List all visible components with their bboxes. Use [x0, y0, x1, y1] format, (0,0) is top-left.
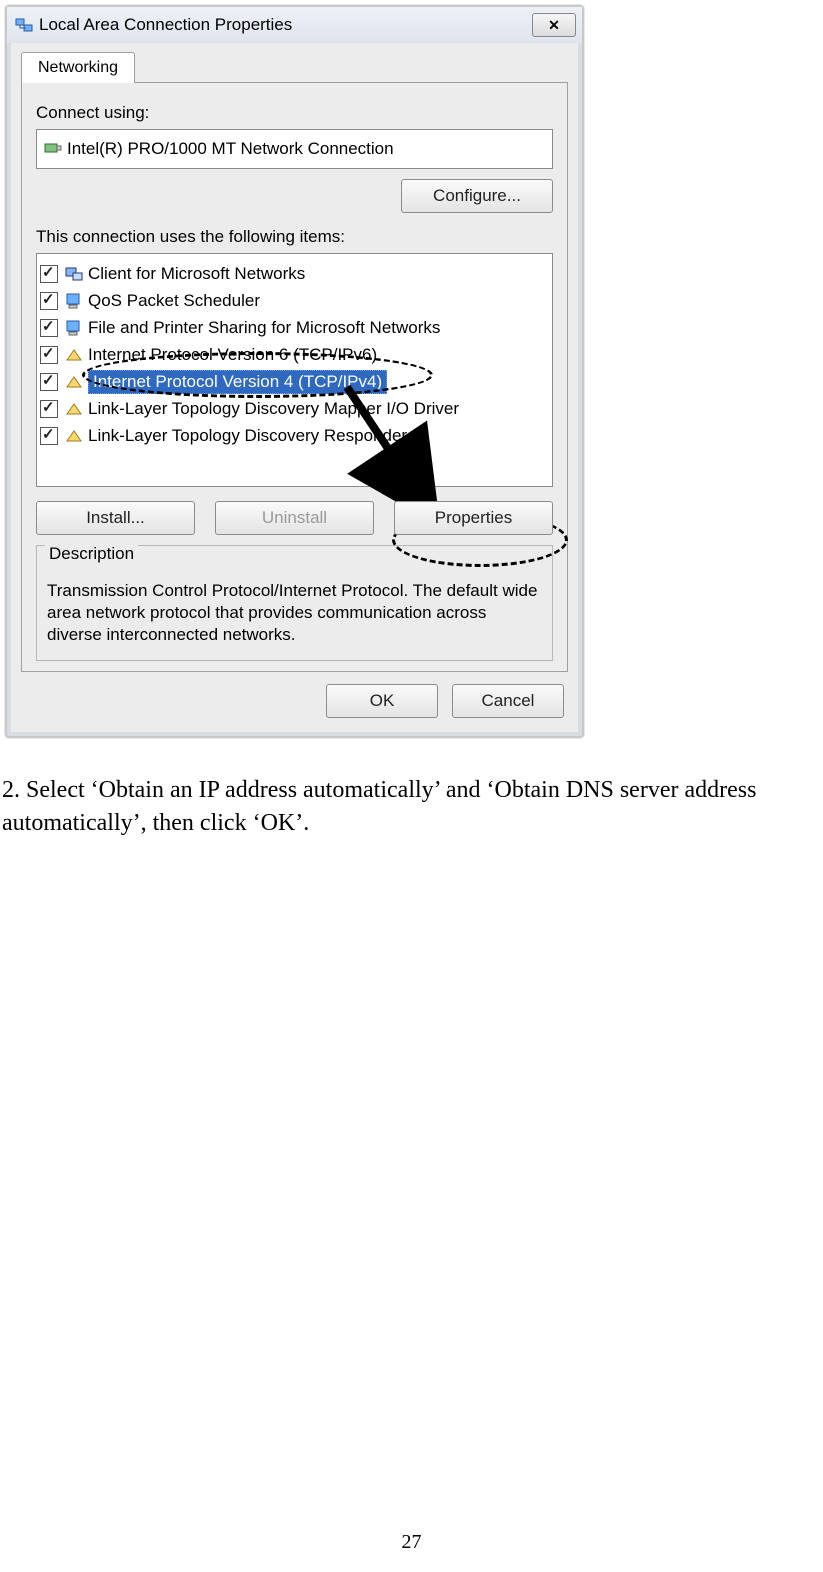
list-item[interactable]: Link-Layer Topology Discovery Responder [39, 422, 550, 449]
item-label: Link-Layer Topology Discovery Mapper I/O… [88, 399, 459, 419]
cancel-button[interactable]: Cancel [452, 684, 564, 718]
list-item[interactable]: Client for Microsoft Networks [39, 260, 550, 287]
ok-button[interactable]: OK [326, 684, 438, 718]
description-group: Description Transmission Control Protoco… [36, 545, 553, 661]
checkbox[interactable] [40, 346, 58, 364]
checkbox[interactable] [40, 265, 58, 283]
qos-icon [64, 292, 84, 310]
item-label: QoS Packet Scheduler [88, 291, 260, 311]
item-label: Internet Protocol Version 4 (TCP/IPv4) [88, 370, 387, 394]
checkbox[interactable] [40, 427, 58, 445]
description-legend: Description [45, 544, 138, 564]
protocol-icon [64, 373, 84, 391]
item-label: File and Printer Sharing for Microsoft N… [88, 318, 440, 338]
fileprint-icon [64, 319, 84, 337]
checkbox[interactable] [40, 400, 58, 418]
list-item[interactable]: QoS Packet Scheduler [39, 287, 550, 314]
items-listbox[interactable]: Client for Microsoft Networks QoS Packet… [36, 253, 553, 487]
checkbox[interactable] [40, 319, 58, 337]
configure-button[interactable]: Configure... [401, 179, 553, 213]
description-text: Transmission Control Protocol/Internet P… [47, 580, 542, 646]
connect-using-label: Connect using: [36, 103, 553, 123]
titlebar[interactable]: Local Area Connection Properties ✕ [7, 7, 582, 43]
item-label: Internet Protocol Version 6 (TCP/IPv6) [88, 345, 377, 365]
item-label: Link-Layer Topology Discovery Responder [88, 426, 407, 446]
properties-button[interactable]: Properties [394, 501, 553, 535]
network-icon [15, 16, 33, 34]
client-icon [64, 265, 84, 283]
protocol-icon [64, 427, 84, 445]
adapter-field[interactable]: Intel(R) PRO/1000 MT Network Connection [36, 129, 553, 169]
close-button[interactable]: ✕ [532, 13, 576, 37]
checkbox[interactable] [40, 373, 58, 391]
tab-networking[interactable]: Networking [21, 52, 135, 83]
list-item[interactable]: File and Printer Sharing for Microsoft N… [39, 314, 550, 341]
properties-dialog: Local Area Connection Properties ✕ Netwo… [5, 5, 584, 738]
list-item[interactable]: Link-Layer Topology Discovery Mapper I/O… [39, 395, 550, 422]
uninstall-button: Uninstall [215, 501, 374, 535]
install-button[interactable]: Install... [36, 501, 195, 535]
page-number: 27 [0, 1531, 823, 1554]
adapter-icon [43, 140, 63, 158]
list-item[interactable]: Internet Protocol Version 6 (TCP/IPv6) [39, 341, 550, 368]
protocol-icon [64, 400, 84, 418]
close-icon: ✕ [548, 17, 560, 34]
items-label: This connection uses the following items… [36, 227, 553, 247]
list-item-selected[interactable]: Internet Protocol Version 4 (TCP/IPv4) [39, 368, 550, 395]
item-label: Client for Microsoft Networks [88, 264, 305, 284]
adapter-name: Intel(R) PRO/1000 MT Network Connection [67, 139, 394, 159]
dialog-title: Local Area Connection Properties [39, 15, 532, 35]
tab-panel: Connect using: Intel(R) PRO/1000 MT Netw… [21, 82, 568, 672]
protocol-icon [64, 346, 84, 364]
checkbox[interactable] [40, 292, 58, 310]
instruction-step-2: 2. Select ‘Obtain an IP address automati… [2, 774, 822, 839]
